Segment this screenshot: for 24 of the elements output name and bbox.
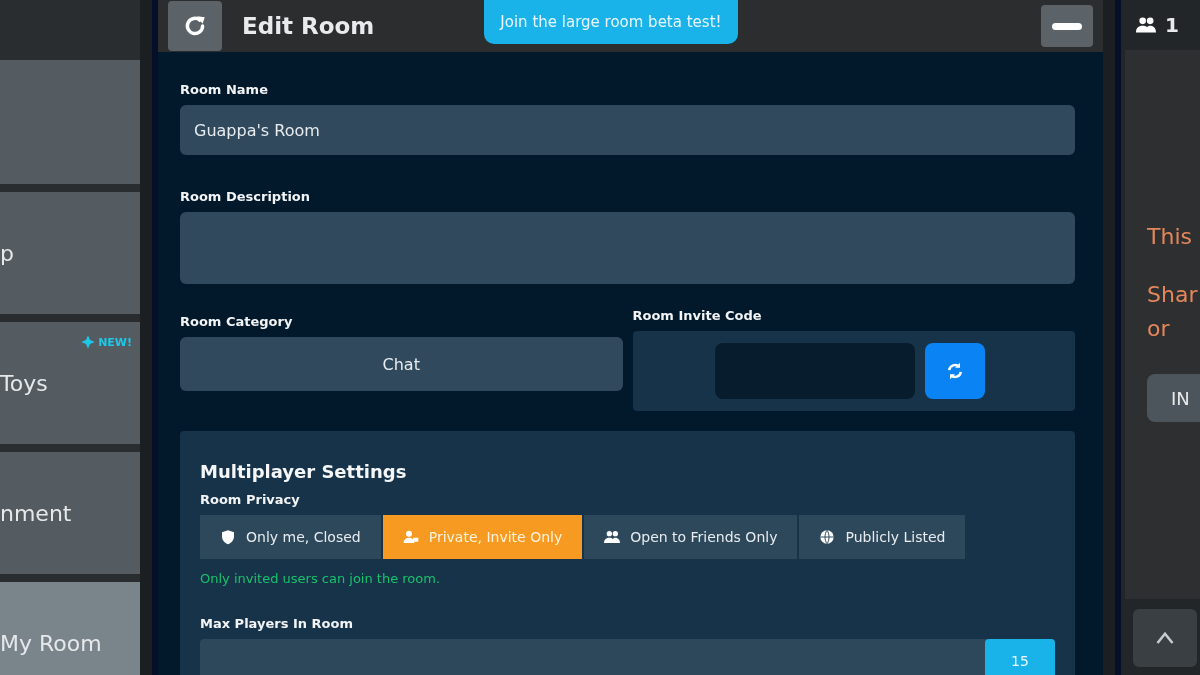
privacy-option[interactable]: Open to Friends Only [584, 515, 798, 559]
privacy-option[interactable]: Publicly Listed [799, 515, 966, 559]
section-title: Multiplayer Settings [200, 461, 408, 482]
category-button[interactable]: Chat [180, 337, 623, 391]
sidebar-item[interactable]: My Room [0, 582, 140, 675]
input-field[interactable]: Guappa's Room [180, 105, 1075, 155]
new-label: NEW! [98, 335, 132, 349]
info-text: This [1147, 223, 1193, 251]
field-label: Room Name [180, 82, 269, 97]
privacy-option[interactable]: Only me, Closed [200, 515, 381, 559]
sidebar-item[interactable]: nment [0, 452, 140, 574]
field-label: Room Invite Code [632, 308, 763, 323]
privacy-hint: Only invited users can join the room. [200, 571, 442, 586]
field-label: Room Privacy [200, 492, 301, 507]
window-title: Edit Room [242, 13, 375, 39]
field-label: Room Category [180, 314, 294, 329]
info-text: Shar [1147, 281, 1199, 309]
field-label: Max Players In Room [200, 616, 354, 631]
sidebar-item[interactable]: p [0, 192, 140, 314]
invite-button[interactable]: IN [1147, 374, 1200, 422]
info-text: or [1147, 315, 1171, 343]
sidebar-item[interactable]: Toys NEW! [0, 322, 140, 444]
field-label: Room Description [180, 189, 312, 204]
player-count: 1 [1165, 13, 1179, 37]
